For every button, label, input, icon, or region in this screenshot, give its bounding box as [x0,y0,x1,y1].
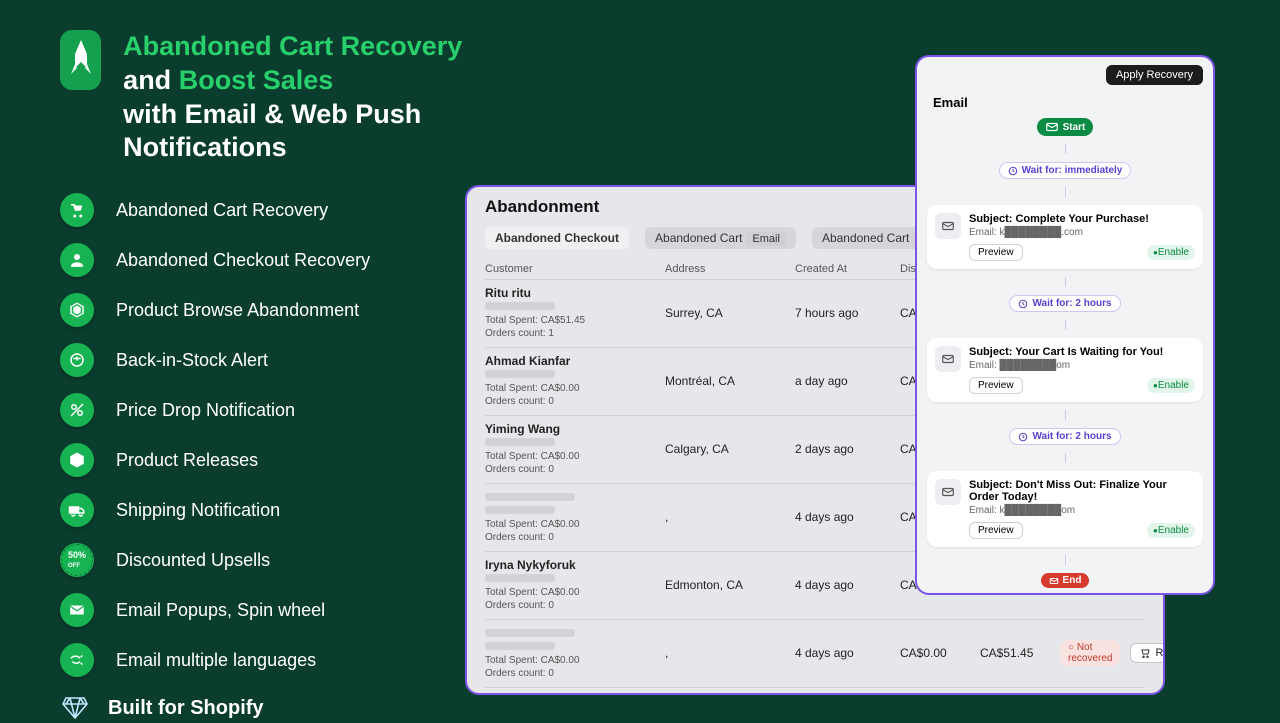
email-step-card: Subject: Complete Your Purchase! Email: k… [927,205,1203,269]
feature-label: Abandoned Cart Recovery [116,200,328,221]
feature-item: Back-in-Stock Alert [60,343,480,377]
feature-label: Email multiple languages [116,650,316,671]
feature-label: Discounted Upsells [116,550,270,571]
feature-label: Email Popups, Spin wheel [116,600,325,621]
feature-icon [60,243,94,277]
email-step-card: Subject: Your Cart Is Waiting for You! Em… [927,338,1203,402]
preview-button[interactable]: Preview [969,244,1023,261]
tab[interactable]: Abandoned CartEmail [645,227,796,249]
email-subject: Subject: Don't Miss Out: Finalize Your O… [969,479,1195,503]
diamond-icon [60,693,90,723]
enable-badge: Enable [1147,245,1195,260]
email-address: Email: k████████.com [969,227,1195,238]
preview-button[interactable]: Preview [969,522,1023,539]
feature-label: Abandoned Checkout Recovery [116,250,370,271]
mail-icon [935,479,961,505]
mail-icon [935,213,961,239]
tab[interactable]: Abandoned Checkout [485,227,629,249]
feature-list: Abandoned Cart Recovery Abandoned Checkou… [60,193,480,677]
start-pill: Start [1037,118,1094,136]
email-address: Email: ████████om [969,360,1195,371]
flow-section-title: Email [927,95,1203,110]
enable-badge: Enable [1147,378,1195,393]
feature-icon [60,393,94,427]
feature-label: Product Browse Abandonment [116,300,359,321]
feature-icon [60,493,94,527]
feature-item: Price Drop Notification [60,393,480,427]
wait-pill: Wait for: 2 hours [1009,295,1120,312]
email-step-card: Subject: Don't Miss Out: Finalize Your O… [927,471,1203,547]
feature-item: Shipping Notification [60,493,480,527]
feature-icon: 50%OFF [60,543,94,577]
column-header: Customer [485,263,665,275]
feature-label: Shipping Notification [116,500,280,521]
feature-item: Product Releases [60,443,480,477]
headline: Abandoned Cart Recovery and Boost Sales … [123,30,480,165]
feature-icon [60,193,94,227]
feature-icon [60,443,94,477]
feature-label: Price Drop Notification [116,400,295,421]
apply-recovery-button[interactable]: Apply Recovery [1106,65,1203,85]
flow-panel: Apply Recovery Email Start Wait for: imme… [915,55,1215,595]
wait-pill: Wait for: immediately [999,162,1132,179]
feature-label: Product Releases [116,450,258,471]
feature-icon [60,343,94,377]
feature-label: Back-in-Stock Alert [116,350,268,371]
recover-button[interactable]: Recover [1130,643,1165,663]
feature-item: Email Popups, Spin wheel [60,593,480,627]
app-logo [60,30,101,90]
email-subject: Subject: Complete Your Purchase! [969,213,1195,225]
feature-item: Abandoned Cart Recovery [60,193,480,227]
email-address: Email: k████████om [969,505,1195,516]
feature-icon [60,643,94,677]
email-subject: Subject: Your Cart Is Waiting for You! [969,346,1195,358]
feature-item: 50%OFF Discounted Upsells [60,543,480,577]
built-for-shopify: Built for Shopify [60,693,480,723]
table-row: Total Spent: CA$0.00Orders count: 0,4 da… [485,687,1145,695]
feature-icon [60,293,94,327]
table-row: Total Spent: CA$0.00Orders count: 0,4 da… [485,619,1145,687]
feature-item: Product Browse Abandonment [60,293,480,327]
preview-button[interactable]: Preview [969,377,1023,394]
enable-badge: Enable [1147,523,1195,538]
feature-item: Email multiple languages [60,643,480,677]
wait-pill: Wait for: 2 hours [1009,428,1120,445]
mail-icon [935,346,961,372]
end-pill: End [1041,573,1090,588]
column-header: Created At [795,263,900,275]
column-header: Address [665,263,795,275]
flow-steps: Start Wait for: immediately Subject: Compl… [927,118,1203,588]
status-badge: ○ Not recovered [1060,640,1120,666]
feature-item: Abandoned Checkout Recovery [60,243,480,277]
feature-icon [60,593,94,627]
